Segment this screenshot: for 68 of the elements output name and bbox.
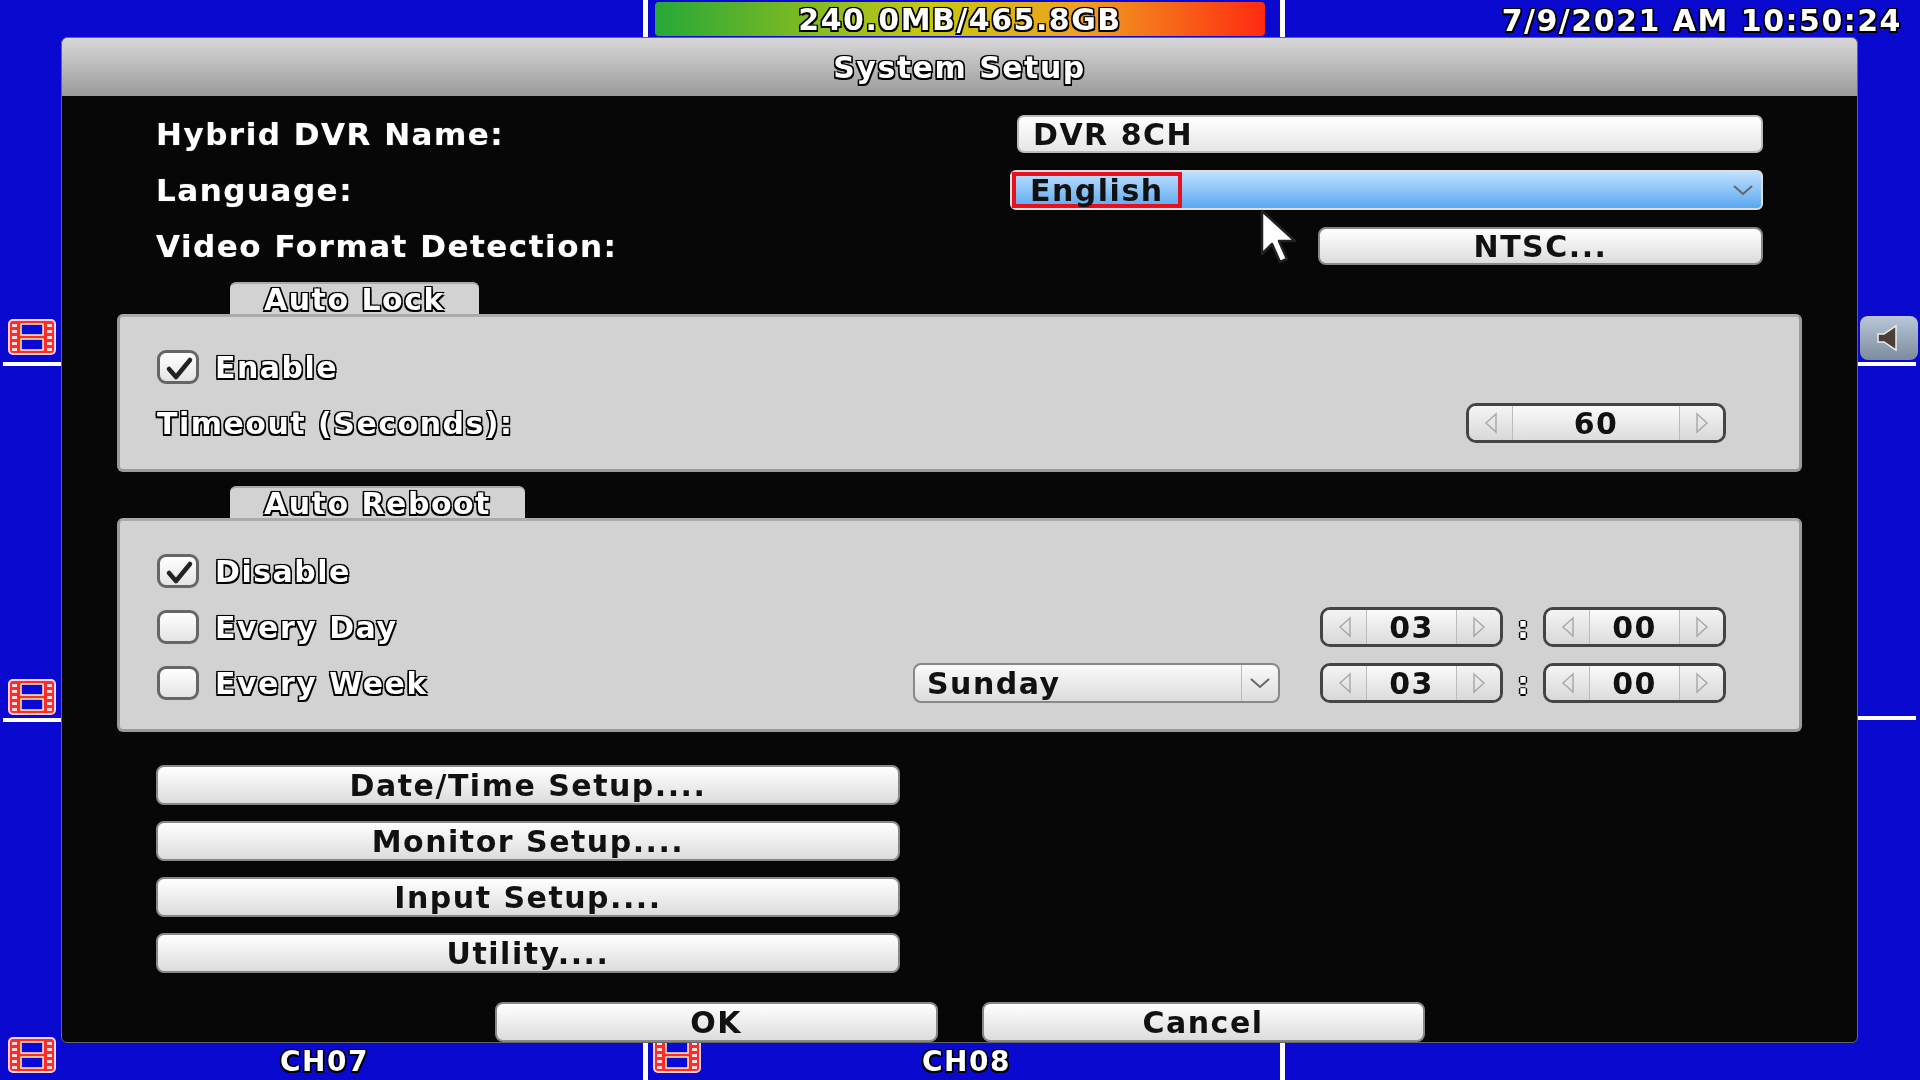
checkbox[interactable] xyxy=(157,350,199,384)
caret-icon xyxy=(1732,184,1754,196)
increment-arrow-button[interactable] xyxy=(1679,610,1723,644)
decrement-arrow-button[interactable] xyxy=(1323,666,1367,700)
date-time: 7/9/2021 AM 10:50:24 xyxy=(1501,1,1902,40)
spinner-control[interactable]: 00 xyxy=(1543,607,1726,647)
spinner-control[interactable]: 03 xyxy=(1320,607,1503,647)
right-triangle-icon xyxy=(1471,616,1486,638)
spinner-value: 60 xyxy=(1572,406,1620,440)
decrement-arrow-button[interactable] xyxy=(1469,406,1513,440)
film-icon[interactable] xyxy=(7,678,57,716)
spinner-control[interactable]: 00 xyxy=(1543,663,1726,703)
field-label: Language: xyxy=(156,172,354,208)
setup-button[interactable]: Input Setup.... xyxy=(156,877,900,917)
spinner-value: 03 xyxy=(1388,610,1435,644)
spinner-value: 00 xyxy=(1611,666,1658,700)
checkbox[interactable] xyxy=(157,554,199,588)
option-label: Every Week xyxy=(215,665,428,701)
option-label: Every Day xyxy=(215,609,398,645)
left-triangle-icon xyxy=(1337,616,1352,638)
setup-button[interactable]: Utility.... xyxy=(156,933,900,973)
checkbox[interactable] xyxy=(157,666,199,700)
increment-arrow-button[interactable] xyxy=(1456,610,1500,644)
action-button[interactable]: OK xyxy=(494,1002,938,1042)
left-triangle-icon xyxy=(1483,412,1498,434)
field-label: Hybrid DVR Name: xyxy=(156,116,505,152)
film-icon[interactable] xyxy=(7,318,57,356)
time-separator: : xyxy=(1517,609,1529,645)
decrement-arrow-button[interactable] xyxy=(1546,666,1590,700)
right-triangle-icon xyxy=(1694,616,1709,638)
speaker-icon[interactable] xyxy=(1860,316,1918,360)
increment-arrow-button[interactable] xyxy=(1679,406,1723,440)
dialog-title: System Setup xyxy=(62,38,1857,96)
video-format-button[interactable]: NTSC... xyxy=(1318,227,1763,265)
checkbox[interactable] xyxy=(157,610,199,644)
setup-button[interactable]: Date/Time Setup.... xyxy=(156,765,900,805)
right-triangle-icon xyxy=(1471,672,1486,694)
dropdown-value: English xyxy=(1012,172,1182,208)
time-separator: : xyxy=(1517,665,1529,701)
weekday-dropdown[interactable]: Sunday xyxy=(913,663,1280,703)
spinner-value: 03 xyxy=(1388,666,1435,700)
action-button[interactable]: Cancel xyxy=(981,1002,1425,1042)
spinner-control[interactable]: 03 xyxy=(1320,663,1503,703)
spinner-value: 00 xyxy=(1611,610,1658,644)
name-input-field[interactable]: DVR 8CH xyxy=(1017,115,1763,153)
setup-button[interactable]: Monitor Setup.... xyxy=(156,821,900,861)
language-dropdown[interactable]: English xyxy=(1010,170,1763,210)
left-triangle-icon xyxy=(1337,672,1352,694)
field-label: Video Format Detection: xyxy=(156,228,618,264)
group-title: Auto Lock xyxy=(230,282,479,314)
storage-usage-bar: 240.0MB/465.8GB xyxy=(655,2,1265,36)
channel-label: CH07 xyxy=(280,1044,369,1080)
option-label: Disable xyxy=(215,553,351,589)
right-triangle-icon xyxy=(1694,412,1709,434)
caret-icon xyxy=(1249,677,1271,689)
decrement-arrow-button[interactable] xyxy=(1546,610,1590,644)
group-title: Auto Reboot xyxy=(230,486,525,518)
option-label: Enable xyxy=(215,349,339,385)
right-triangle-icon xyxy=(1694,672,1709,694)
channel-label: CH08 xyxy=(922,1044,1011,1080)
left-triangle-icon xyxy=(1560,672,1575,694)
left-triangle-icon xyxy=(1560,616,1575,638)
film-icon[interactable] xyxy=(7,1036,57,1074)
increment-arrow-button[interactable] xyxy=(1679,666,1723,700)
timeout-label: Timeout (Seconds): xyxy=(157,405,514,441)
decrement-arrow-button[interactable] xyxy=(1323,610,1367,644)
spinner-control[interactable]: 60 xyxy=(1466,403,1726,443)
increment-arrow-button[interactable] xyxy=(1456,666,1500,700)
